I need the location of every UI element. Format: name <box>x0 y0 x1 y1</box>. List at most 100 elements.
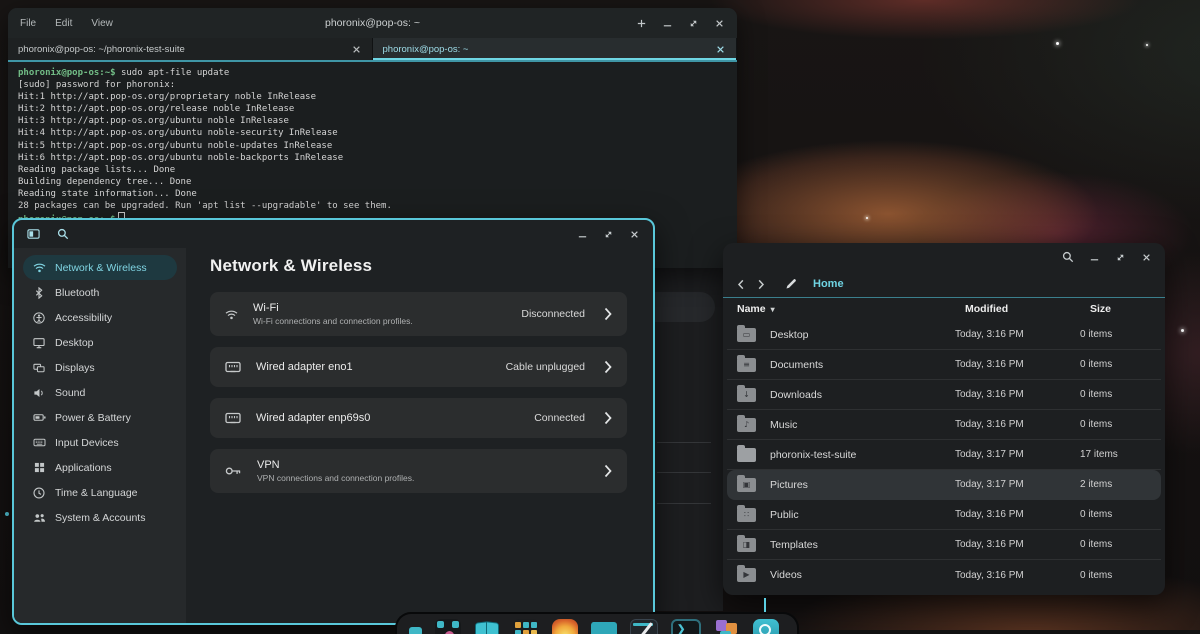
file-row-music[interactable]: ♪MusicToday, 3:16 PM0 items <box>727 410 1161 440</box>
divider <box>657 472 711 473</box>
file-row-videos[interactable]: ▶VideosToday, 3:16 PM0 items <box>727 560 1161 590</box>
files-titlebar[interactable] <box>723 243 1165 271</box>
sidebar-item-bluetooth[interactable]: Bluetooth <box>23 280 177 305</box>
displays-icon <box>32 362 46 374</box>
terminal-output[interactable]: phoronix@pop-os:~$ sudo apt-file update[… <box>8 62 737 226</box>
terminal-tab[interactable]: phoronix@pop-os: ~/phoronix-test-suite <box>8 38 373 60</box>
maximize-icon[interactable] <box>1115 252 1126 263</box>
dock-docs-reader-icon[interactable] <box>474 619 500 634</box>
minimize-icon[interactable] <box>577 229 588 240</box>
sidebar-item-accessibility[interactable]: Accessibility <box>23 305 177 330</box>
files-navigation-bar: Home <box>723 271 1165 298</box>
row-subtitle: VPN connections and connection profiles. <box>257 473 414 483</box>
edit-path-icon[interactable] <box>785 278 797 290</box>
dock-files-icon[interactable] <box>591 622 617 634</box>
network-row-wired-adapter-eno1[interactable]: Wired adapter eno1Cable unplugged <box>210 347 627 387</box>
terminal-window-controls <box>636 18 725 29</box>
wallpaper-star <box>1056 42 1059 45</box>
file-modified: Today, 3:17 PM <box>955 479 1080 490</box>
dock-app-grid-icon[interactable] <box>513 619 539 634</box>
minimize-icon[interactable] <box>1089 252 1100 263</box>
file-row-pictures[interactable]: ▣PicturesToday, 3:17 PM2 items <box>727 470 1161 500</box>
file-modified: Today, 3:16 PM <box>955 329 1080 340</box>
network-row-vpn[interactable]: VPNVPN connections and connection profil… <box>210 449 627 493</box>
tab-close-icon[interactable] <box>715 44 726 55</box>
tab-close-icon[interactable] <box>351 44 362 55</box>
file-row-downloads[interactable]: ↓DownloadsToday, 3:16 PM0 items <box>727 380 1161 410</box>
files-column-headers: Name ▾ Modified Size <box>723 298 1165 320</box>
settings-main-panel: Network & Wireless Wi-FiWi-Fi connection… <box>186 248 653 623</box>
sidebar-item-label: Displays <box>55 362 95 374</box>
sidebar-item-input-devices[interactable]: Input Devices <box>23 430 177 455</box>
file-row-public[interactable]: ∷PublicToday, 3:16 PM0 items <box>727 500 1161 530</box>
row-subtitle: Wi-Fi connections and connection profile… <box>253 316 413 326</box>
sidebar-item-time-language[interactable]: Time & Language <box>23 480 177 505</box>
sidebar-item-label: Applications <box>55 462 112 474</box>
maximize-icon[interactable] <box>688 18 699 29</box>
sidebar-item-system-accounts[interactable]: System & Accounts <box>23 505 177 530</box>
terminal-line: Hit:3 http://apt.pop-os.org/ubuntu noble… <box>18 115 737 127</box>
menu-item-edit[interactable]: Edit <box>55 18 72 29</box>
folder-icon: ≡ <box>737 358 756 372</box>
sidebar-item-network-wireless[interactable]: Network & Wireless <box>23 255 177 280</box>
search-icon[interactable] <box>57 228 69 240</box>
sidebar-toggle-icon[interactable] <box>27 228 40 240</box>
file-row-phoronix-test-suite[interactable]: phoronix-test-suiteToday, 3:17 PM17 item… <box>727 440 1161 470</box>
column-header-modified[interactable]: Modified <box>965 303 1090 315</box>
dock-package-manager-icon[interactable] <box>714 619 740 634</box>
search-icon[interactable] <box>1062 251 1074 263</box>
terminal-tab[interactable]: phoronix@pop-os: ~ <box>373 38 738 60</box>
dock-launcher-icon[interactable] <box>435 619 461 634</box>
settings-titlebar[interactable] <box>14 220 653 248</box>
sidebar-item-label: Accessibility <box>55 312 112 324</box>
sidebar-item-label: Time & Language <box>55 487 138 499</box>
network-row-wired-adapter-enp69s0[interactable]: Wired adapter enp69s0Connected <box>210 398 627 438</box>
terminal-line: Hit:2 http://apt.pop-os.org/release nobl… <box>18 103 737 115</box>
network-row-wi-fi[interactable]: Wi-FiWi-Fi connections and connection pr… <box>210 292 627 336</box>
menu-item-view[interactable]: View <box>91 18 113 29</box>
sidebar-item-displays[interactable]: Displays <box>23 355 177 380</box>
dock-web-browser-icon[interactable] <box>552 619 578 634</box>
breadcrumb[interactable]: Home <box>813 278 844 290</box>
dock-partial-app-icon[interactable] <box>409 627 422 634</box>
sidebar-item-applications[interactable]: Applications <box>23 455 177 480</box>
file-row-desktop[interactable]: ▭DesktopToday, 3:16 PM0 items <box>727 320 1161 350</box>
file-name-cell: ≡Documents <box>737 358 955 372</box>
column-header-size[interactable]: Size <box>1090 303 1151 315</box>
file-name-cell: phoronix-test-suite <box>737 448 955 462</box>
minimize-icon[interactable] <box>662 18 673 29</box>
dock-cosmic-hub-icon[interactable] <box>753 619 779 634</box>
close-icon[interactable] <box>629 229 640 240</box>
tab-label: phoronix@pop-os: ~/phoronix-test-suite <box>18 44 343 55</box>
dock-terminal-icon[interactable]: ❯ <box>671 619 701 634</box>
back-icon[interactable] <box>737 279 745 290</box>
terminal-titlebar[interactable]: FileEditView phoronix@pop-os: ~ <box>8 8 737 38</box>
folder-emblem: ≡ <box>743 361 750 369</box>
vpn-key-icon <box>225 465 242 477</box>
forward-icon[interactable] <box>757 279 765 290</box>
desktop-icon <box>32 337 46 349</box>
dock-text-editor-icon[interactable] <box>630 619 658 634</box>
add-tab-icon[interactable] <box>636 18 647 29</box>
terminal-line: phoronix@pop-os:~$ sudo apt-file update <box>18 67 737 79</box>
file-name: phoronix-test-suite <box>770 449 856 461</box>
close-icon[interactable] <box>1141 252 1152 263</box>
folder-icon: ▣ <box>737 478 756 492</box>
sound-icon <box>32 387 46 399</box>
file-row-templates[interactable]: ◨TemplatesToday, 3:16 PM0 items <box>727 530 1161 560</box>
terminal-line: Hit:4 http://apt.pop-os.org/ubuntu noble… <box>18 127 737 139</box>
column-header-name[interactable]: Name ▾ <box>737 303 965 315</box>
sidebar-item-sound[interactable]: Sound <box>23 380 177 405</box>
close-icon[interactable] <box>714 18 725 29</box>
folder-icon: ▶ <box>737 568 756 582</box>
maximize-icon[interactable] <box>603 229 614 240</box>
row-text: Wired adapter enp69s0 <box>256 412 370 424</box>
file-name: Downloads <box>770 389 822 401</box>
menu-item-file[interactable]: File <box>20 18 36 29</box>
terminal-menubar: File Edit View <box>20 18 113 29</box>
folder-emblem: ↓ <box>743 391 750 399</box>
sidebar-item-desktop[interactable]: Desktop <box>23 330 177 355</box>
chevron-right-icon <box>604 411 612 425</box>
file-row-documents[interactable]: ≡DocumentsToday, 3:16 PM0 items <box>727 350 1161 380</box>
sidebar-item-power-battery[interactable]: Power & Battery <box>23 405 177 430</box>
